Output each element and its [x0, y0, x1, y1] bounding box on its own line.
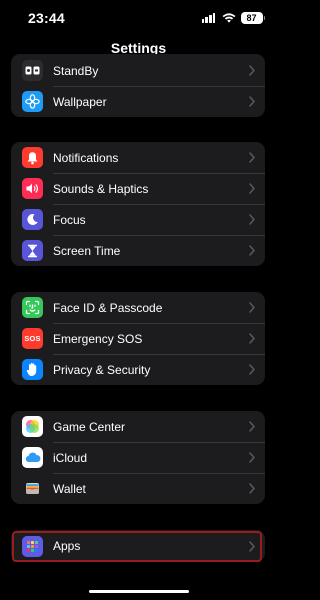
standby-label: StandBy: [53, 63, 99, 78]
home-indicator[interactable]: [89, 590, 189, 593]
settings-group-security: Face ID & Passcode SOS Emergency SOS Pri…: [11, 292, 265, 385]
chevron-right-icon: [249, 421, 255, 432]
sounds-haptics-label: Sounds & Haptics: [53, 181, 149, 196]
chevron-right-icon: [249, 452, 255, 463]
focus-icon: [22, 209, 43, 230]
game-center-label: Game Center: [53, 419, 126, 434]
sounds-icon: [22, 178, 43, 199]
settings-group-apps: Apps: [11, 530, 265, 562]
chevron-right-icon: [249, 245, 255, 256]
status-time: 23:44: [28, 10, 65, 26]
settings-row-apps[interactable]: Apps: [11, 531, 265, 562]
settings-row-wallpaper[interactable]: Wallpaper: [11, 86, 265, 117]
face-id-label: Face ID & Passcode: [53, 300, 163, 315]
emergency-sos-label: Emergency SOS: [53, 331, 143, 346]
wallet-label: Wallet: [53, 481, 86, 496]
icloud-icon: [22, 447, 43, 468]
settings-row-wallet[interactable]: Wallet: [11, 473, 265, 504]
wallpaper-icon: [22, 91, 43, 112]
settings-group-notifications: Notifications Sounds & Haptics Focus Scr…: [11, 142, 265, 266]
wallet-icon: [22, 478, 43, 499]
settings-row-face-id[interactable]: Face ID & Passcode: [11, 292, 265, 323]
screen-time-icon: [22, 240, 43, 261]
settings-row-standby[interactable]: StandBy: [11, 55, 265, 86]
settings-row-privacy-security[interactable]: Privacy & Security: [11, 354, 265, 385]
privacy-security-label: Privacy & Security: [53, 362, 151, 377]
chevron-right-icon: [249, 364, 255, 375]
notifications-label: Notifications: [53, 150, 119, 165]
settings-group-services: Game Center iCloud Wallet: [11, 411, 265, 504]
game-center-icon: [22, 416, 43, 437]
battery-level: 87: [240, 12, 263, 24]
wifi-icon: [222, 13, 235, 23]
cellular-signal-icon: [201, 13, 217, 23]
settings-row-sounds-haptics[interactable]: Sounds & Haptics: [11, 173, 265, 204]
apps-grid-icon: [22, 535, 43, 557]
chevron-right-icon: [249, 214, 255, 225]
apps-label: Apps: [53, 539, 81, 553]
chevron-right-icon: [249, 65, 255, 76]
sos-icon-text: SOS: [24, 334, 41, 343]
privacy-hand-icon: [22, 359, 43, 380]
status-bar: 23:44 87: [0, 0, 277, 34]
standby-icon: [22, 60, 43, 81]
settings-row-icloud[interactable]: iCloud: [11, 442, 265, 473]
status-indicators: 87: [201, 12, 265, 24]
icloud-label: iCloud: [53, 450, 88, 465]
settings-row-focus[interactable]: Focus: [11, 204, 265, 235]
settings-row-game-center[interactable]: Game Center: [11, 411, 265, 442]
screen-time-label: Screen Time: [53, 243, 121, 258]
focus-label: Focus: [53, 212, 86, 227]
settings-row-notifications[interactable]: Notifications: [11, 142, 265, 173]
chevron-right-icon: [249, 302, 255, 313]
settings-row-emergency-sos[interactable]: SOS Emergency SOS: [11, 323, 265, 354]
settings-group-display: StandBy Wallpaper: [11, 54, 265, 117]
chevron-right-icon: [249, 483, 255, 494]
chevron-right-icon: [249, 152, 255, 163]
chevron-right-icon: [249, 96, 255, 107]
battery-tip: [263, 16, 265, 20]
chevron-right-icon: [249, 540, 255, 552]
settings-row-screen-time[interactable]: Screen Time: [11, 235, 265, 266]
wallpaper-label: Wallpaper: [53, 94, 107, 109]
chevron-right-icon: [249, 333, 255, 344]
chevron-right-icon: [249, 183, 255, 194]
sos-icon: SOS: [22, 328, 43, 349]
face-id-icon: [22, 297, 43, 318]
notifications-icon: [22, 147, 43, 168]
